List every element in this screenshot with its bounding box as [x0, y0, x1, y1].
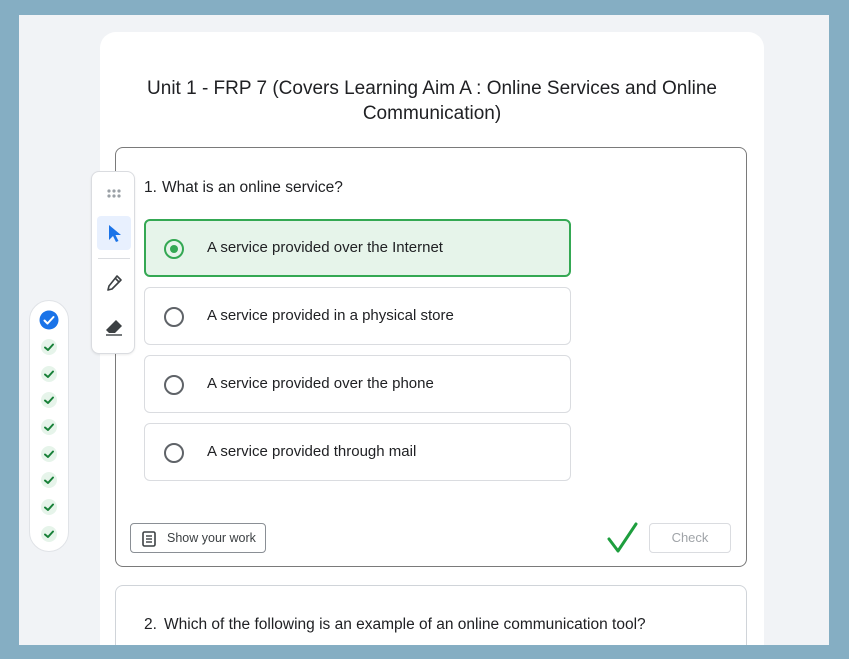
annotation-toolbar	[91, 171, 135, 354]
progress-correct-icon[interactable]	[39, 470, 59, 490]
radio-icon[interactable]	[164, 375, 184, 395]
show-work-label: Show your work	[167, 531, 256, 545]
pen-icon	[107, 275, 122, 291]
answer-option-label: A service provided in a physical store	[207, 307, 454, 324]
show-work-button[interactable]: Show your work	[130, 523, 266, 553]
question-2-number: 2.	[144, 616, 157, 633]
answer-option[interactable]: A service provided in a physical store	[144, 287, 571, 345]
answer-option-label: A service provided over the phone	[207, 375, 434, 392]
eraser-tool[interactable]	[97, 310, 131, 344]
drag-handle-icon	[107, 189, 121, 198]
answer-option[interactable]: A service provided over the phone	[144, 355, 571, 413]
checkmark-icon	[607, 522, 639, 559]
radio-icon[interactable]	[164, 443, 184, 463]
eraser-icon	[106, 320, 122, 336]
progress-correct-icon[interactable]	[39, 549, 59, 551]
progress-correct-icon[interactable]	[39, 524, 59, 544]
progress-correct-icon[interactable]	[39, 390, 59, 410]
question-card-2: 2. Which of the following is an example …	[115, 585, 747, 645]
drag-handle[interactable]	[97, 176, 131, 210]
document-icon	[142, 531, 156, 550]
radio-icon[interactable]	[164, 307, 184, 327]
answer-option[interactable]: A service provided through mail	[144, 423, 571, 481]
quiz-title: Unit 1 - FRP 7 (Covers Learning Aim A : …	[147, 78, 717, 124]
question-1-text: What is an online service?	[162, 179, 343, 196]
progress-correct-icon[interactable]	[39, 417, 59, 437]
question-card-1: 1. What is an online service? A service …	[115, 147, 747, 567]
progress-correct-icon[interactable]	[39, 497, 59, 517]
check-button[interactable]: Check	[649, 523, 731, 553]
answer-option[interactable]: A service provided over the Internet	[144, 219, 571, 277]
pointer-tool[interactable]	[97, 216, 131, 250]
pen-tool[interactable]	[97, 266, 131, 300]
progress-correct-icon[interactable]	[39, 444, 59, 464]
answer-option-label: A service provided over the Internet	[207, 239, 443, 256]
pointer-icon	[109, 225, 121, 242]
question-progress-rail	[29, 300, 69, 552]
progress-correct-icon[interactable]	[39, 364, 59, 384]
question-1-number: 1.	[144, 179, 157, 196]
radio-selected-icon[interactable]	[164, 239, 184, 259]
toolbar-divider	[98, 258, 130, 259]
app-frame: Unit 1 - FRP 7 (Covers Learning Aim A : …	[19, 15, 829, 645]
progress-correct-icon[interactable]	[39, 337, 59, 357]
progress-current-icon[interactable]	[39, 310, 59, 330]
answer-option-label: A service provided through mail	[207, 443, 417, 460]
question-2-text: Which of the following is an example of …	[164, 616, 646, 633]
